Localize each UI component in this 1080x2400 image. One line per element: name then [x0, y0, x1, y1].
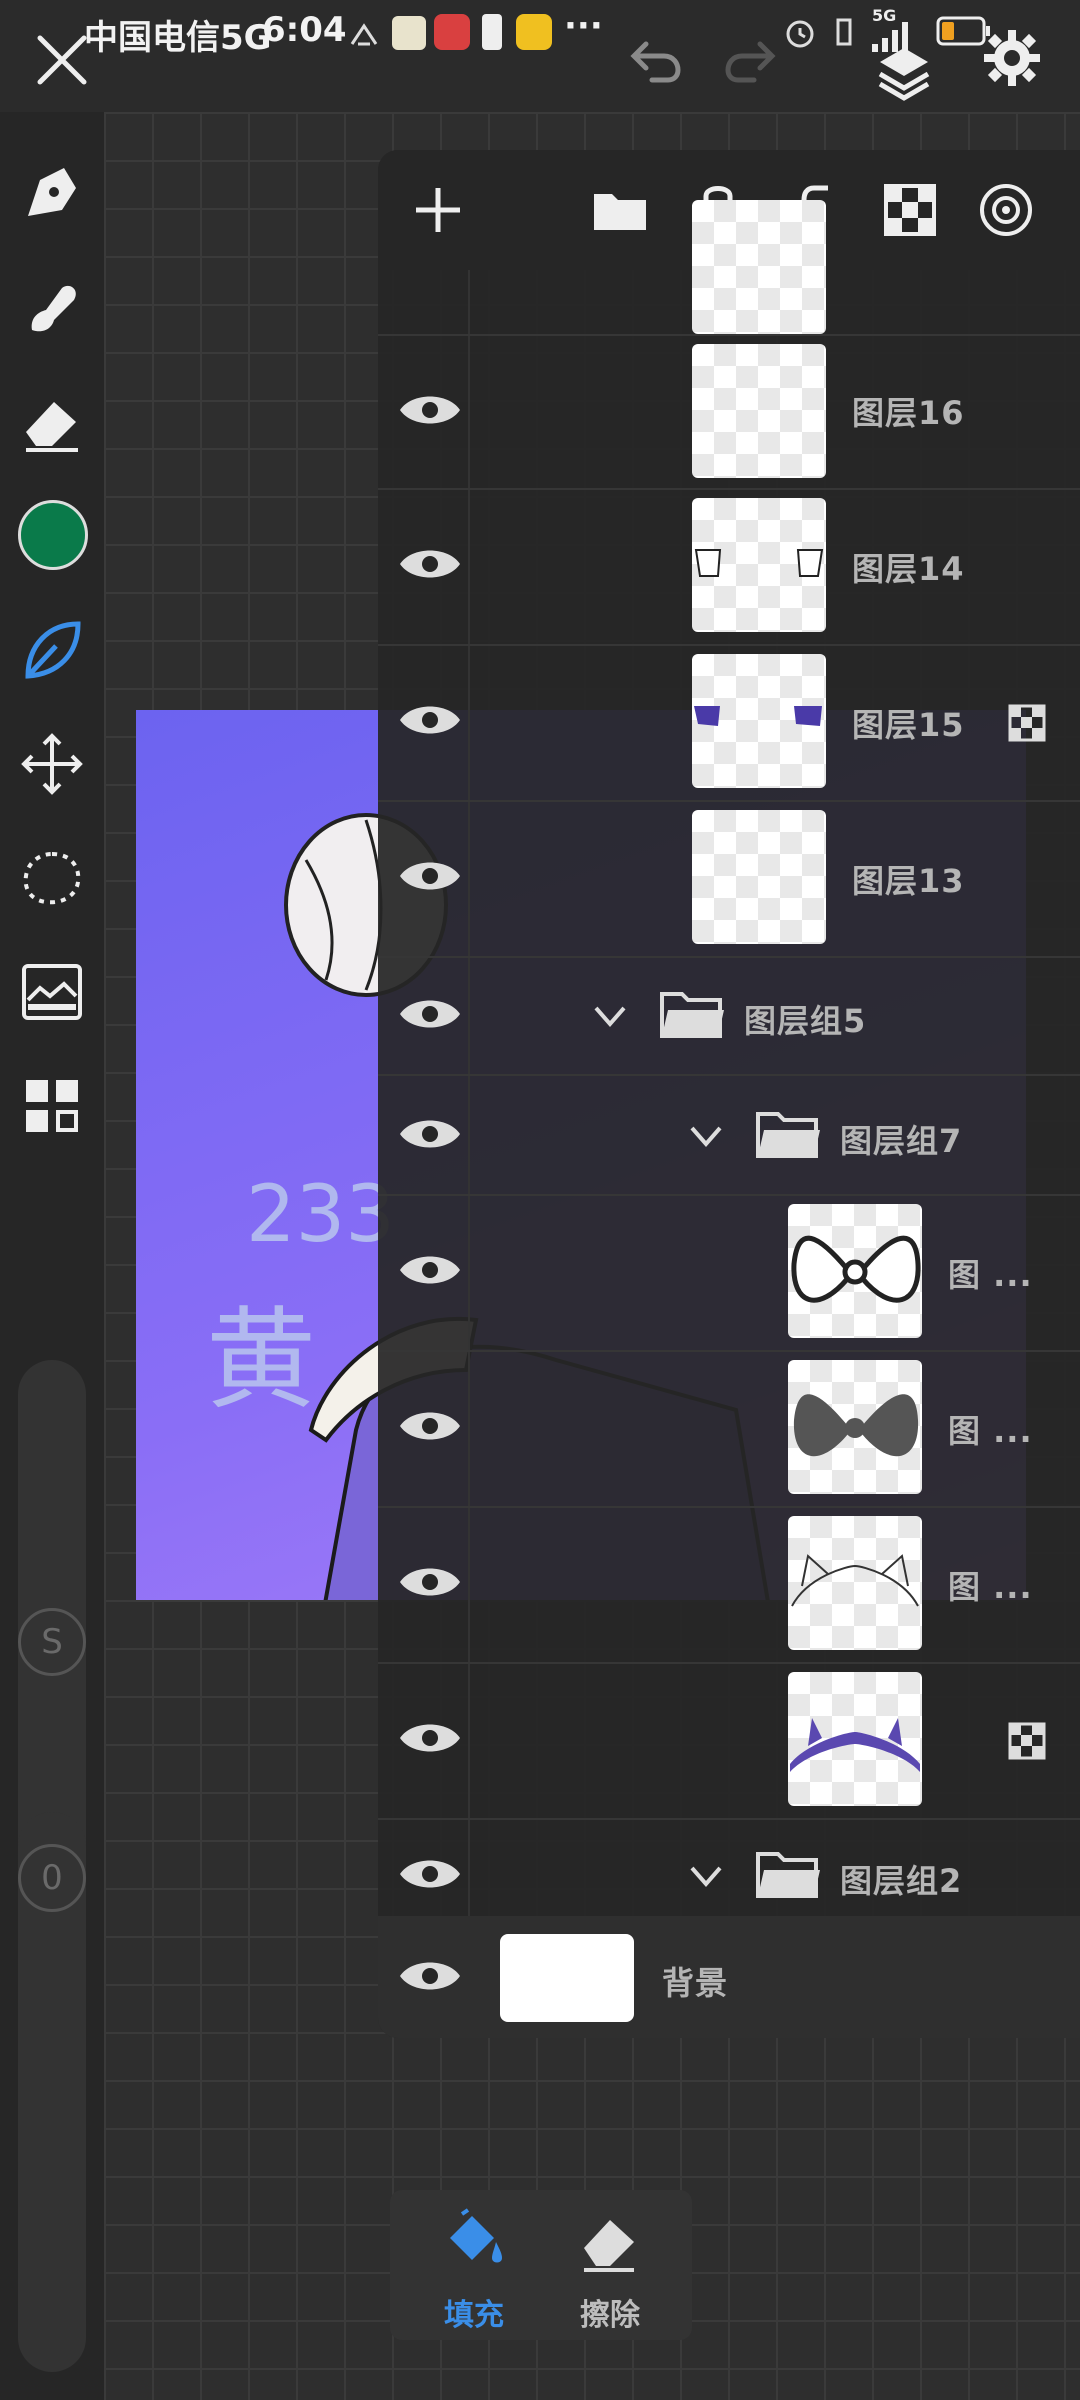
- fill-label: 填充: [444, 2298, 504, 2333]
- layer-thumbnail: [788, 1672, 922, 1806]
- fill-button[interactable]: 填充: [414, 2208, 534, 2333]
- layer-group-name: 图层组7: [840, 1122, 963, 1160]
- chevron-down-icon[interactable]: [686, 1856, 726, 1896]
- layer-thumbnail: [692, 498, 826, 632]
- layers-icon[interactable]: [872, 40, 936, 104]
- visibility-eye-icon[interactable]: [398, 1562, 462, 1602]
- layer-name: 图层13: [852, 862, 965, 900]
- status-time: 6:04: [262, 10, 347, 50]
- transparency-lock-icon[interactable]: [880, 180, 940, 240]
- alpha-lock-icon[interactable]: [1008, 704, 1046, 742]
- layer-name: 图层14: [852, 550, 965, 588]
- artwork-text-1: 233: [246, 1170, 395, 1260]
- layer-name: 图层16: [852, 394, 965, 432]
- new-folder-icon[interactable]: [590, 180, 650, 240]
- add-layer-icon[interactable]: [408, 180, 468, 240]
- visibility-eye-icon[interactable]: [398, 1250, 462, 1290]
- layer-group-row[interactable]: 图层组5: [378, 956, 1080, 1076]
- folder-icon: [660, 992, 724, 1038]
- status-carrier: 中国电信5G: [84, 18, 272, 58]
- layer-name: 图层15: [852, 706, 965, 744]
- layer-thumbnail: [692, 200, 826, 334]
- layer-row[interactable]: 图层16: [378, 334, 1080, 490]
- layer-row[interactable]: 图层13: [378, 800, 1080, 958]
- status-more: ···: [564, 6, 603, 46]
- grid-apps-icon[interactable]: [18, 1072, 86, 1140]
- erase-label: 擦除: [580, 2298, 640, 2333]
- layer-thumbnail: [788, 1360, 922, 1494]
- alarm-icon: [786, 20, 814, 48]
- opacity-knob[interactable]: 0: [18, 1844, 86, 1912]
- visibility-eye-icon[interactable]: [398, 1854, 462, 1894]
- brush-size-knob[interactable]: S: [18, 1608, 86, 1676]
- tool-sidebar: S 0: [0, 112, 104, 2400]
- vibrate-icon: [836, 18, 852, 46]
- layer-thumbnail: [788, 1516, 922, 1650]
- visibility-eye-icon[interactable]: [398, 1956, 462, 1996]
- layer-row[interactable]: 图 ...: [378, 1506, 1080, 1664]
- layer-group-name: 图层组5: [744, 1002, 867, 1040]
- color-picker-swatch[interactable]: [18, 500, 88, 570]
- huawei-notification-icon: [434, 14, 470, 50]
- app-notification-icon: [392, 16, 426, 50]
- layer-name: 图 ...: [948, 1412, 1033, 1450]
- chevron-down-icon[interactable]: [590, 996, 630, 1036]
- visibility-eye-icon[interactable]: [398, 1406, 462, 1446]
- adjust-image-icon[interactable]: [18, 958, 86, 1026]
- paint-bucket-icon: [450, 2208, 502, 2263]
- weibo-notification-icon: [516, 14, 552, 50]
- visibility-eye-icon[interactable]: [398, 1114, 462, 1154]
- visibility-eye-icon[interactable]: [398, 390, 462, 430]
- lasso-select-icon[interactable]: [18, 844, 86, 912]
- layer-row[interactable]: 图 ...: [378, 1194, 1080, 1352]
- artwork-text-2: 黄: [206, 1296, 316, 1424]
- visibility-eye-icon[interactable]: [398, 856, 462, 896]
- erase-button[interactable]: 擦除: [550, 2208, 670, 2333]
- undo-icon[interactable]: [624, 26, 688, 90]
- smudge-tool-icon[interactable]: [18, 274, 86, 342]
- clipping-mask-icon[interactable]: [976, 180, 1036, 240]
- layers-panel: 图层16 图层14 图层15 图层13 图层组5 图层组7 图 ... 图 ..…: [378, 150, 1080, 2038]
- eraser-icon: [584, 2220, 634, 2272]
- layer-row[interactable]: 图层14: [378, 488, 1080, 646]
- fill-erase-toolbar: 填充 擦除: [390, 2190, 692, 2340]
- chevron-down-icon[interactable]: [686, 1116, 726, 1156]
- layer-thumbnail: [692, 810, 826, 944]
- visibility-eye-icon[interactable]: [398, 544, 462, 584]
- layer-thumbnail: [692, 654, 826, 788]
- eraser-tool-icon[interactable]: [18, 388, 86, 456]
- background-thumbnail: [500, 1934, 634, 2022]
- layer-name: 图 ...: [948, 1568, 1033, 1606]
- layer-name: 图 ...: [948, 1256, 1033, 1294]
- settings-gear-icon[interactable]: [980, 26, 1044, 90]
- layer-row[interactable]: 图 ...: [378, 1350, 1080, 1508]
- leaf-brush-icon[interactable]: [18, 616, 86, 684]
- folder-icon: [756, 1852, 820, 1898]
- visibility-eye-icon[interactable]: [398, 994, 462, 1034]
- background-layer-name: 背景: [662, 1964, 729, 2002]
- move-transform-icon[interactable]: [18, 730, 86, 798]
- layer-thumbnail: [788, 1204, 922, 1338]
- alpha-lock-icon[interactable]: [1008, 1722, 1046, 1760]
- redo-icon[interactable]: [718, 26, 782, 90]
- pen-tool-icon[interactable]: [18, 160, 86, 228]
- background-layer-row[interactable]: 背景: [378, 1916, 1080, 2038]
- layer-group-name: 图层组2: [840, 1862, 963, 1900]
- alert-notification-icon: [482, 14, 502, 50]
- visibility-eye-icon[interactable]: [398, 1718, 462, 1758]
- layer-row[interactable]: 图层15: [378, 644, 1080, 802]
- layer-row[interactable]: [378, 1662, 1080, 1820]
- visibility-eye-icon[interactable]: [398, 700, 462, 740]
- notification-icon: [350, 23, 378, 46]
- layer-group-row[interactable]: 图层组7: [378, 1074, 1080, 1196]
- folder-icon: [756, 1112, 820, 1158]
- layer-row-partial[interactable]: [378, 200, 1080, 336]
- top-bar: 中国电信5G 6:04 ··· 5G: [0, 0, 1080, 112]
- layer-thumbnail: [692, 344, 826, 478]
